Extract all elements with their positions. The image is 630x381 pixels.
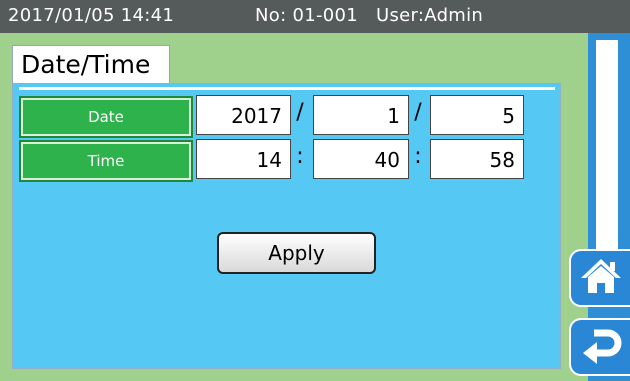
panel-divider [19, 87, 555, 90]
day-field[interactable]: 5 [430, 95, 524, 135]
home-icon [579, 256, 623, 300]
time-separator-1: : [296, 144, 304, 169]
tab-date-time[interactable]: Date/Time [12, 45, 170, 83]
header-number: No: 01-001 [255, 5, 359, 26]
return-arrow-icon [580, 325, 622, 369]
status-header: 2017/01/05 14:41 No: 01-001 User:Admin [0, 0, 630, 33]
year-field[interactable]: 2017 [196, 95, 291, 135]
date-label: Date [19, 96, 193, 138]
second-field[interactable]: 58 [430, 139, 524, 179]
date-time-panel: Date 2017 / 1 / 5 Time 14 : 40 : 58 Appl… [12, 83, 561, 369]
back-button[interactable] [569, 318, 630, 376]
date-separator-1: / [296, 100, 304, 125]
header-datetime: 2017/01/05 14:41 [8, 5, 175, 26]
header-user: User:Admin [376, 5, 484, 26]
time-label: Time [19, 140, 193, 182]
month-field[interactable]: 1 [313, 95, 409, 135]
apply-button[interactable]: Apply [217, 232, 376, 274]
time-separator-2: : [414, 144, 422, 169]
home-button[interactable] [569, 249, 630, 307]
hour-field[interactable]: 14 [196, 139, 291, 179]
date-separator-2: / [414, 100, 422, 125]
minute-field[interactable]: 40 [313, 139, 409, 179]
